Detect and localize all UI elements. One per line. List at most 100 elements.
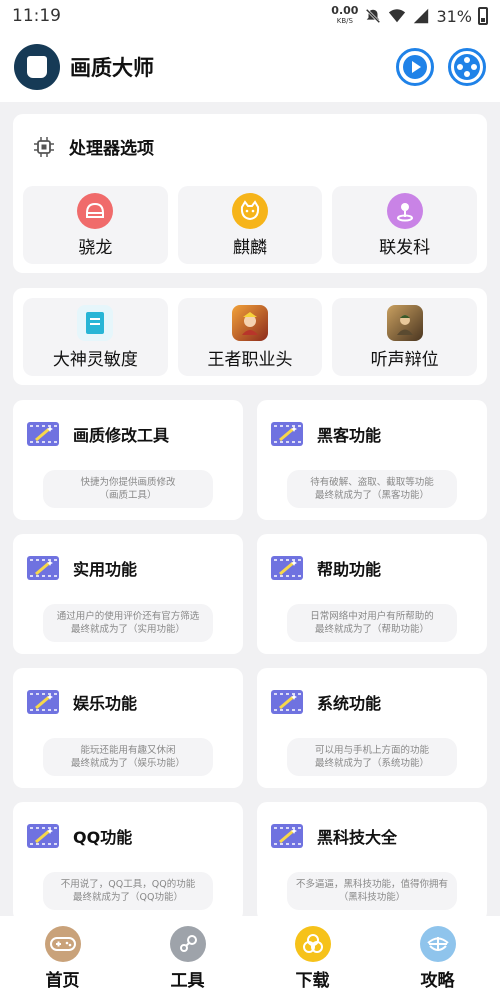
mute-bell-icon [366, 8, 381, 24]
nav-guide[interactable]: 攻略 [375, 916, 500, 1000]
honor-of-kings-icon [232, 304, 268, 341]
feature-title: 黑科技大全 [317, 828, 398, 847]
magic-wand-icon [27, 422, 59, 446]
feature-title: 娱乐功能 [73, 694, 138, 713]
processor-card: 处理器选项 骁龙 麒麟 联发科 [13, 114, 487, 273]
magic-wand-icon [27, 690, 59, 714]
gamepad-icon [454, 54, 480, 80]
status-time: 11:19 [12, 6, 61, 26]
sensitivity-option[interactable]: 大神灵敏度 [23, 298, 168, 376]
magic-wand-icon [271, 690, 303, 714]
honor-of-kings-option[interactable]: 王者职业头 [177, 298, 323, 376]
pubg-option[interactable]: 听声辩位 [332, 298, 478, 376]
pubg-icon [386, 304, 423, 341]
feature-desc-line1: 不用说了，QQ工具，QQ的功能 [60, 879, 196, 890]
sensitivity-label: 大神灵敏度 [52, 349, 138, 370]
games-card: 大神灵敏度 王者职业头 听声辩位 [13, 288, 487, 385]
feature-desc-line2: （画质工具） [99, 490, 157, 501]
pubg-label: 听声辩位 [370, 349, 439, 370]
feature-desc-line2: 最终就成为了（QQ功能） [73, 892, 183, 903]
kirin-option[interactable]: 麒麟 [177, 186, 323, 264]
book-icon [14, 44, 60, 90]
app-title: 画质大师 [70, 56, 154, 80]
net-speed: 0.00 KB/S [331, 5, 358, 26]
honor-of-kings-label: 王者职业头 [207, 349, 293, 370]
feature-desc-line2: （黑科技功能） [338, 892, 406, 903]
feature-desc-line1: 快捷为你提供画质修改 [80, 477, 176, 488]
feature-desc-line1: 不多逼逼，黑科技功能，值得你拥有 [295, 879, 448, 890]
signal-icon [414, 8, 429, 24]
bottom-nav: 首页 工具 下载 攻略 [0, 916, 500, 1000]
snapdragon-label: 骁龙 [78, 237, 113, 258]
feature-desc-line1: 能玩还能用有趣又休闲 [80, 745, 176, 756]
play-icon [403, 55, 427, 79]
nav-home-label: 首页 [45, 970, 80, 991]
processor-title: 处理器选项 [69, 139, 154, 159]
feature-header: 娱乐功能 [13, 668, 243, 716]
battery-icon [478, 7, 488, 25]
magic-wand-icon [271, 824, 303, 848]
net-speed-unit: KB/S [336, 17, 353, 25]
feature-card-practical[interactable]: 实用功能 通过用户的使用评价还有官方筛选 最终就成为了（实用功能） [13, 534, 243, 654]
feature-description: 通过用户的使用评价还有官方筛选 最终就成为了（实用功能） [43, 604, 213, 642]
snapdragon-option[interactable]: 骁龙 [23, 186, 168, 264]
app-header: 画质大师 [0, 32, 500, 102]
feature-card-entertainment[interactable]: 娱乐功能 能玩还能用有趣又休闲 最终就成为了（娱乐功能） [13, 668, 243, 788]
feature-desc-line2: 最终就成为了（娱乐功能） [70, 758, 185, 769]
processor-options: 骁龙 麒麟 联发科 [23, 186, 478, 264]
mediatek-option[interactable]: 联发科 [332, 186, 478, 264]
snapdragon-icon [77, 192, 114, 229]
feature-card-system[interactable]: 系统功能 可以用与手机上方面的功能 最终就成为了（系统功能） [257, 668, 487, 788]
feature-description: 不用说了，QQ工具，QQ的功能 最终就成为了（QQ功能） [43, 872, 213, 910]
play-button[interactable] [396, 48, 434, 86]
feature-desc-line1: 日常网络中对用户有所帮助的 [310, 611, 434, 622]
feature-description: 快捷为你提供画质修改 （画质工具） [43, 470, 213, 508]
feature-title: 实用功能 [73, 560, 138, 579]
nav-guide-label: 攻略 [420, 970, 455, 991]
status-bar: 11:19 0.00 KB/S 31% [0, 0, 500, 32]
feature-header: 系统功能 [257, 668, 487, 716]
feature-desc-line2: 最终就成为了（系统功能） [314, 758, 429, 769]
mediatek-icon [386, 192, 423, 229]
feature-header: 黑客功能 [257, 400, 487, 448]
feature-description: 待有破解、盗取、截取等功能 最终就成为了（黑客功能） [287, 470, 457, 508]
feature-header: 实用功能 [13, 534, 243, 582]
compass-icon [419, 925, 456, 962]
feature-title: 系统功能 [317, 694, 382, 713]
nav-tools-label: 工具 [170, 970, 205, 991]
magic-wand-icon [271, 556, 303, 580]
battery-percent: 31% [436, 6, 472, 26]
rings-icon [294, 925, 331, 962]
feature-card-hacker[interactable]: 黑客功能 待有破解、盗取、截取等功能 最终就成为了（黑客功能） [257, 400, 487, 520]
game-options: 大神灵敏度 王者职业头 听声辩位 [23, 298, 478, 376]
feature-desc-line1: 待有破解、盗取、截取等功能 [310, 477, 434, 488]
steam-icon [169, 925, 206, 962]
processor-header: 处理器选项 [13, 114, 487, 159]
nav-download[interactable]: 下载 [250, 916, 375, 1000]
mediatek-label: 联发科 [379, 237, 431, 258]
status-icons: 0.00 KB/S 31% [331, 5, 488, 26]
feature-header: 画质修改工具 [13, 400, 243, 448]
feature-header: 黑科技大全 [257, 802, 487, 850]
nav-tools[interactable]: 工具 [125, 916, 250, 1000]
nav-home[interactable]: 首页 [0, 916, 125, 1000]
kirin-icon [232, 192, 268, 229]
feature-desc-line1: 可以用与手机上方面的功能 [314, 745, 429, 756]
gamepad-icon [44, 925, 81, 962]
feature-header: QQ功能 [13, 802, 243, 850]
feature-card-black-tech[interactable]: 黑科技大全 不多逼逼，黑科技功能，值得你拥有 （黑科技功能） [257, 802, 487, 922]
feature-desc-line1: 通过用户的使用评价还有官方筛选 [56, 611, 200, 622]
gamepad-button[interactable] [448, 48, 486, 86]
feature-desc-line2: 最终就成为了（黑客功能） [314, 490, 429, 501]
feature-card-help[interactable]: 帮助功能 日常网络中对用户有所帮助的 最终就成为了（帮助功能） [257, 534, 487, 654]
feature-desc-line2: 最终就成为了（实用功能） [70, 624, 185, 635]
magic-wand-icon [271, 422, 303, 446]
feature-card-quality-tools[interactable]: 画质修改工具 快捷为你提供画质修改 （画质工具） [13, 400, 243, 520]
feature-description: 日常网络中对用户有所帮助的 最终就成为了（帮助功能） [287, 604, 457, 642]
chip-icon [34, 136, 54, 157]
magic-wand-icon [27, 556, 59, 580]
header-actions [396, 48, 486, 86]
feature-card-qq[interactable]: QQ功能 不用说了，QQ工具，QQ的功能 最终就成为了（QQ功能） [13, 802, 243, 922]
nav-download-label: 下载 [295, 970, 330, 991]
feature-title: 黑客功能 [317, 426, 382, 445]
